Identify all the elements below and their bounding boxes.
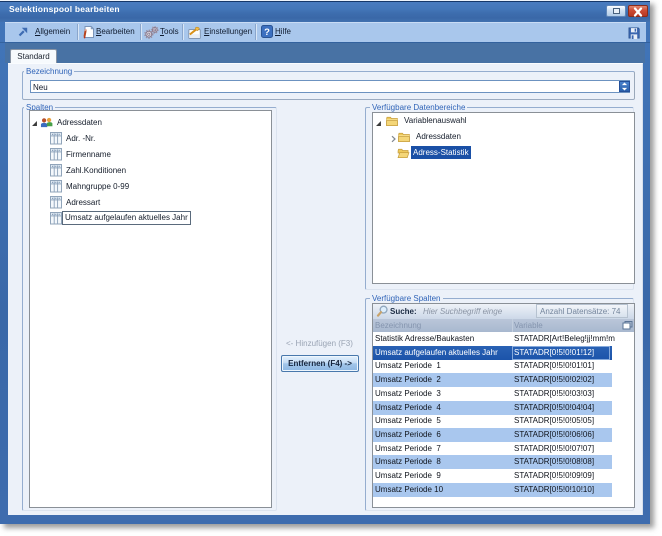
svg-text:?: ? — [264, 27, 270, 38]
